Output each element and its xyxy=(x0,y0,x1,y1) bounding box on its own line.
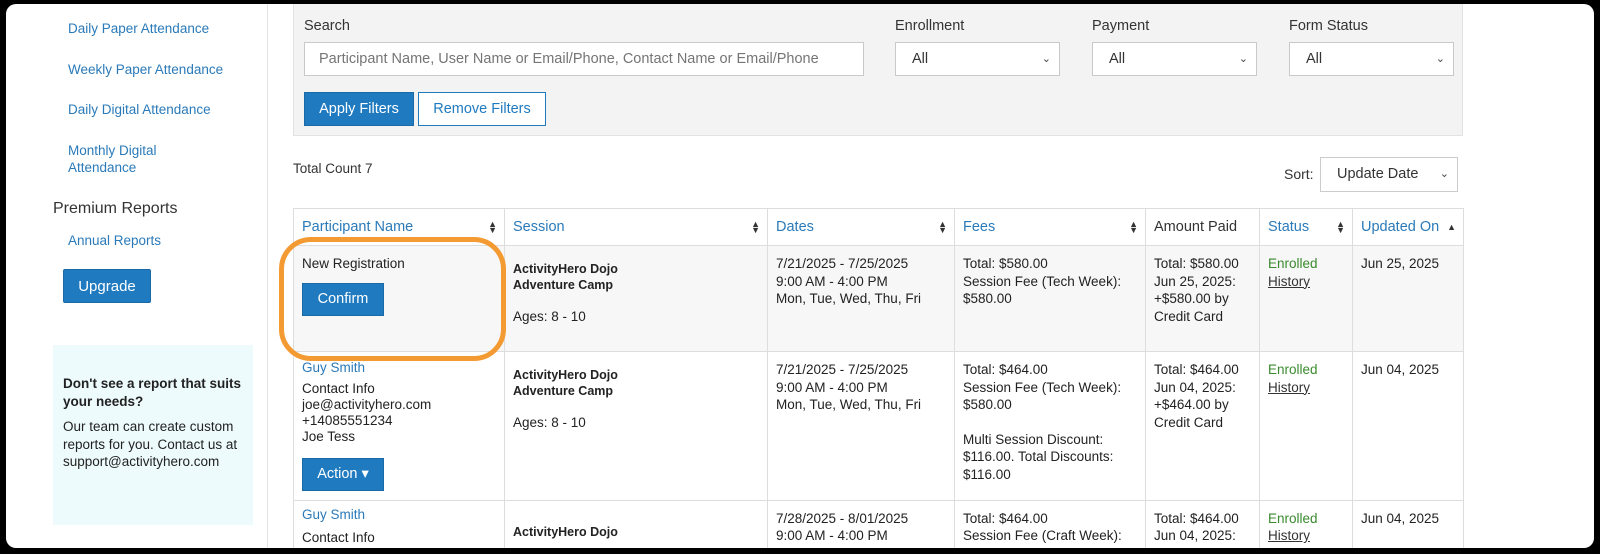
participant-cell: Guy Smith Contact Info joe@activityhero.c… xyxy=(293,351,505,501)
header-session[interactable]: Session ▲ ▼ xyxy=(504,208,768,246)
fees-cell: Total: $464.00 Session Fee (Craft Week): xyxy=(954,499,1146,548)
enrollment-value: All xyxy=(912,51,929,67)
contact-info: Contact Info xyxy=(302,530,375,545)
participant-name-link[interactable]: Guy Smith xyxy=(302,506,496,524)
header-status[interactable]: Status ▲ ▼ xyxy=(1259,208,1353,246)
registration-status-text: New Registration xyxy=(302,256,405,271)
history-link[interactable]: History xyxy=(1268,527,1344,545)
sidebar: Daily Paper Attendance Weekly Paper Atte… xyxy=(6,4,268,548)
amount-paid-cell: Total: $464.00 Jun 04, 2025: +$464.00 by Cr… xyxy=(1145,351,1260,501)
action-dropdown-button[interactable]: Action ▾ xyxy=(302,457,384,491)
premium-reports-heading: Premium Reports xyxy=(53,200,178,217)
history-link[interactable]: History xyxy=(1268,379,1344,397)
sort-label: Sort: xyxy=(1284,166,1314,182)
header-dates[interactable]: Dates ▲ ▼ xyxy=(767,208,955,246)
sort-icon: ▲ ▼ xyxy=(1336,219,1345,235)
dates-cell: 7/21/2025 - 7/25/2025 9:00 AM - 4:00 PM Mo… xyxy=(767,245,955,352)
updated-on-cell: Jun 04, 2025 xyxy=(1352,499,1464,548)
session-cell: ActivityHero Dojo xyxy=(504,499,768,548)
status-badge: Enrolled xyxy=(1268,510,1318,526)
session-name[interactable]: ActivityHero Dojo Adventure Camp xyxy=(513,361,759,399)
table-header-row: Participant Name ▲ ▼ Session ▲ ▼ Dates ▲ ▼ Fee… xyxy=(293,208,1464,246)
help-text: Our team can create custom reports for y… xyxy=(63,419,238,469)
payment-select[interactable]: All ⌄ xyxy=(1092,42,1257,76)
table-row: Guy Smith Contact Info joe@activityhero.c… xyxy=(293,351,1464,501)
remove-filters-button[interactable]: Remove Filters xyxy=(418,92,546,126)
sidebar-link-daily-paper-attendance[interactable]: Daily Paper Attendance xyxy=(68,20,228,37)
status-cell: Enrolled History xyxy=(1259,499,1353,548)
ages-text: Ages: 8 - 10 xyxy=(513,415,586,430)
chevron-down-icon: ⌄ xyxy=(1041,53,1051,65)
sort-asc-icon: ▲ xyxy=(1447,222,1456,232)
contact-info: Contact Info joe@activityhero.com +1408555… xyxy=(302,380,432,444)
upgrade-button[interactable]: Upgrade xyxy=(63,269,151,303)
apply-filters-button[interactable]: Apply Filters xyxy=(304,92,414,126)
search-label: Search xyxy=(304,18,350,34)
registrations-table: Participant Name ▲ ▼ Session ▲ ▼ Dates ▲ ▼ Fee… xyxy=(293,208,1464,548)
app-window: Daily Paper Attendance Weekly Paper Atte… xyxy=(6,4,1594,548)
fees-cell: Total: $580.00 Session Fee (Tech Week): $5… xyxy=(954,245,1146,352)
session-cell: ActivityHero Dojo Adventure Camp Ages: 8 … xyxy=(504,245,768,352)
chevron-down-icon: ⌄ xyxy=(1439,168,1449,180)
sort-select[interactable]: Update Date ⌄ xyxy=(1320,157,1458,192)
sidebar-link-weekly-paper-attendance[interactable]: Weekly Paper Attendance xyxy=(68,61,228,78)
sidebar-link-annual-reports[interactable]: Annual Reports xyxy=(68,232,228,249)
enrollment-select[interactable]: All ⌄ xyxy=(895,42,1060,76)
payment-value: All xyxy=(1109,51,1126,67)
status-cell: Enrolled History xyxy=(1259,245,1353,352)
enrollment-label: Enrollment xyxy=(895,18,965,34)
session-name[interactable]: ActivityHero Dojo Adventure Camp xyxy=(513,255,759,293)
dates-cell: 7/28/2025 - 8/01/2025 9:00 AM - 4:00 PM xyxy=(767,499,955,548)
session-cell: ActivityHero Dojo Adventure Camp Ages: 8 … xyxy=(504,351,768,501)
participant-cell: New Registration Confirm xyxy=(293,245,505,352)
table-row: New Registration Confirm ActivityHero Do… xyxy=(293,245,1464,352)
header-amount-paid: Amount Paid xyxy=(1145,208,1260,246)
fees-cell: Total: $464.00 Session Fee (Tech Week): $5… xyxy=(954,351,1146,501)
sort-value: Update Date xyxy=(1337,166,1419,182)
sort-icon: ▲ ▼ xyxy=(488,219,497,235)
sort-icon: ▲ ▼ xyxy=(938,219,947,235)
participant-cell: Guy Smith Contact Info xyxy=(293,499,505,548)
updated-on-cell: Jun 04, 2025 xyxy=(1352,351,1464,501)
table-row: Guy Smith Contact Info ActivityHero Dojo… xyxy=(293,499,1464,548)
form-status-value: All xyxy=(1306,51,1323,67)
status-cell: Enrolled History xyxy=(1259,351,1353,501)
dates-cell: 7/21/2025 - 7/25/2025 9:00 AM - 4:00 PM Mo… xyxy=(767,351,955,501)
payment-label: Payment xyxy=(1092,18,1150,34)
chevron-down-icon: ⌄ xyxy=(1238,53,1248,65)
form-status-select[interactable]: All ⌄ xyxy=(1289,42,1454,76)
custom-report-help-box: Don't see a report that suits your needs… xyxy=(53,345,253,525)
header-updated-on[interactable]: Updated On ▲ xyxy=(1352,208,1464,246)
sort-icon: ▲ ▼ xyxy=(1129,219,1138,235)
header-fees[interactable]: Fees ▲ ▼ xyxy=(954,208,1146,246)
session-name[interactable]: ActivityHero Dojo xyxy=(513,510,759,540)
discount-text: Multi Session Discount: $116.00. Total Di… xyxy=(963,431,1114,482)
amount-paid-cell: Total: $464.00 Jun 04, 2025: xyxy=(1145,499,1260,548)
amount-paid-cell: Total: $580.00 Jun 25, 2025: +$580.00 by Cr… xyxy=(1145,245,1260,352)
status-badge: Enrolled xyxy=(1268,256,1318,271)
participant-name-link[interactable]: Guy Smith xyxy=(302,359,496,377)
ages-text: Ages: 8 - 10 xyxy=(513,309,586,324)
filter-panel: Search Enrollment All ⌄ Payment All ⌄ Fo… xyxy=(293,4,1463,136)
updated-on-cell: Jun 25, 2025 xyxy=(1352,245,1464,352)
total-count: Total Count 7 xyxy=(293,161,373,176)
sidebar-link-monthly-digital-attendance[interactable]: Monthly Digital Attendance xyxy=(68,142,188,176)
header-participant-name[interactable]: Participant Name ▲ ▼ xyxy=(293,208,505,246)
history-link[interactable]: History xyxy=(1268,273,1344,291)
caret-down-icon: ▾ xyxy=(361,466,369,482)
confirm-button[interactable]: Confirm xyxy=(302,282,384,316)
sort-icon: ▲ ▼ xyxy=(751,219,760,235)
search-input[interactable] xyxy=(304,42,864,76)
status-badge: Enrolled xyxy=(1268,362,1318,377)
sidebar-link-daily-digital-attendance[interactable]: Daily Digital Attendance xyxy=(68,101,228,118)
form-status-label: Form Status xyxy=(1289,18,1368,34)
help-title: Don't see a report that suits your needs… xyxy=(63,376,241,409)
chevron-down-icon: ⌄ xyxy=(1435,53,1445,65)
